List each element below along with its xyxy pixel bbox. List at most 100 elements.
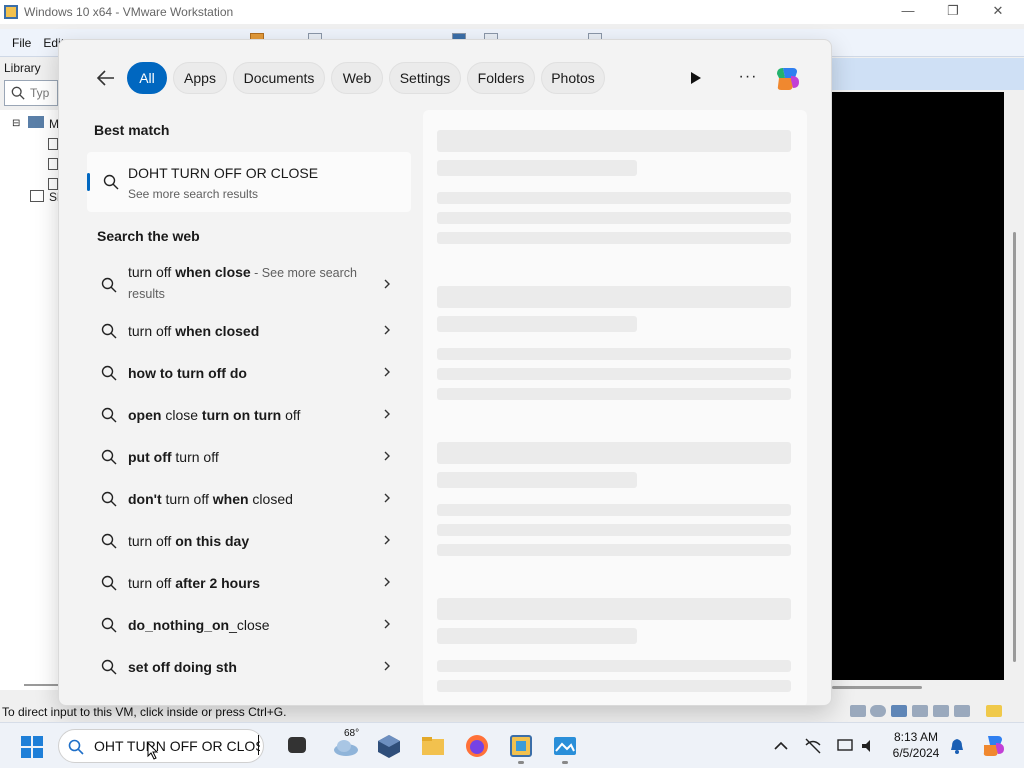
web-suggestion-text: open close turn on turn off — [128, 405, 378, 425]
chevron-right-icon[interactable] — [382, 661, 392, 671]
close-button[interactable]: ✕ — [988, 3, 1008, 21]
search-icon — [68, 739, 84, 755]
skeleton-placeholder — [437, 316, 637, 332]
web-suggestion-row[interactable]: set off doing sth — [87, 646, 411, 688]
menu-file[interactable]: File — [12, 36, 31, 50]
search-icon — [101, 491, 117, 507]
file-explorer-icon[interactable] — [420, 733, 446, 759]
chevron-right-icon[interactable] — [382, 577, 392, 587]
web-suggestion-row[interactable]: turn off when close - See more search re… — [87, 256, 411, 310]
filter-photos[interactable]: Photos — [541, 62, 605, 94]
copilot-icon[interactable] — [773, 64, 803, 94]
chevron-up-icon[interactable] — [772, 737, 790, 755]
chevron-right-icon[interactable] — [382, 279, 392, 289]
web-suggestion-text: how to turn off do — [128, 363, 378, 383]
suggestion-text-part: turn on turn — [201, 407, 282, 423]
chevron-right-icon[interactable] — [382, 493, 392, 503]
tray-clock[interactable]: 8:13 AM 6/5/2024 — [888, 729, 944, 761]
filter-apps[interactable]: Apps — [173, 62, 227, 94]
library-scrollbar[interactable] — [24, 684, 58, 686]
search-icon — [101, 323, 117, 339]
filter-all[interactable]: All — [127, 62, 167, 94]
web-suggestion-text: do_nothing_on_close — [128, 615, 378, 635]
taskbar-search-text: OHT TURN OFF OR CLOSE — [94, 738, 260, 754]
suggestion-text-part: turn off — [171, 449, 219, 465]
copilot-preview-icon[interactable] — [980, 733, 1006, 759]
vm-icon — [48, 138, 58, 150]
chevron-right-icon[interactable] — [382, 619, 392, 629]
chevron-right-icon[interactable] — [382, 535, 392, 545]
web-suggestion-row[interactable]: turn off when closed — [87, 310, 411, 352]
search-icon — [101, 659, 117, 675]
skeleton-placeholder — [437, 544, 791, 556]
restore-button[interactable]: ❐ — [943, 3, 963, 21]
skeleton-placeholder — [437, 130, 791, 152]
firefox-icon[interactable] — [464, 733, 490, 759]
hard-disk-icon[interactable] — [850, 705, 866, 717]
skeleton-placeholder — [437, 442, 791, 464]
vm-console-screen[interactable] — [832, 92, 1004, 680]
display-icon[interactable] — [836, 737, 854, 755]
filter-documents[interactable]: Documents — [233, 62, 325, 94]
more-options-button[interactable]: ··· — [738, 68, 758, 88]
network-adapter-icon[interactable] — [891, 705, 907, 717]
web-suggestion-text: don't turn off when closed — [128, 489, 378, 509]
web-suggestion-row[interactable]: turn off on this day — [87, 520, 411, 562]
notification-bell-icon[interactable] — [948, 737, 966, 755]
taskbar-search-box[interactable]: OHT TURN OFF OR CLOSE — [58, 729, 264, 763]
scrollbar-thumb[interactable] — [1013, 232, 1016, 662]
chevron-right-icon[interactable] — [382, 451, 392, 461]
skeleton-placeholder — [437, 660, 791, 672]
back-arrow-icon[interactable] — [95, 67, 117, 89]
web-suggestion-row[interactable]: turn off after 2 hours — [87, 562, 411, 604]
windows-start-icon[interactable] — [20, 735, 44, 759]
task-view-icon[interactable] — [288, 737, 306, 753]
filter-settings[interactable]: Settings — [389, 62, 461, 94]
web-suggestion-row[interactable]: don't turn off when closed — [87, 478, 411, 520]
printer-icon[interactable] — [954, 705, 970, 717]
horizontal-scrollbar[interactable] — [832, 686, 922, 689]
web-suggestion-row[interactable]: open close turn on turn off — [87, 394, 411, 436]
chevron-right-icon[interactable] — [382, 325, 392, 335]
vmware-3d-box-icon[interactable] — [376, 733, 402, 759]
vm-tab-strip — [832, 58, 1024, 90]
network-offline-icon[interactable] — [804, 737, 822, 755]
library-search-input[interactable]: Typ — [4, 80, 58, 106]
speaker-muted-icon[interactable] — [860, 737, 878, 755]
chevron-right-icon[interactable] — [382, 409, 392, 419]
best-match-item[interactable]: DOHT TURN OFF OR CLOSE See more search r… — [87, 152, 411, 212]
search-icon — [101, 407, 117, 423]
usb-icon[interactable] — [912, 705, 928, 717]
minimize-button[interactable]: — — [898, 3, 918, 21]
search-icon — [101, 365, 117, 381]
web-suggestion-row[interactable]: how to turn off do — [87, 352, 411, 394]
text-caret — [258, 735, 259, 755]
running-indicator — [562, 761, 568, 764]
search-icon — [103, 174, 119, 190]
suggestion-text-part: do_nothing_on — [128, 617, 230, 633]
chevron-right-icon[interactable] — [382, 367, 392, 377]
cd-drive-icon[interactable] — [870, 705, 886, 717]
message-log-icon[interactable] — [986, 705, 1002, 717]
mouse-cursor-icon — [147, 742, 159, 760]
tree-expander[interactable]: ⊟ — [12, 118, 20, 129]
vmware-workstation-icon[interactable] — [508, 733, 534, 759]
skeleton-placeholder — [437, 212, 791, 224]
skeleton-placeholder — [437, 598, 791, 620]
weather-cloud-icon[interactable] — [332, 737, 360, 757]
filter-web[interactable]: Web — [331, 62, 383, 94]
web-suggestion-row[interactable]: do_nothing_on_close — [87, 604, 411, 646]
web-suggestion-row[interactable]: put off turn off — [87, 436, 411, 478]
suggestion-text-part: after 2 hours — [175, 575, 261, 591]
search-icon — [11, 86, 25, 100]
web-suggestion-text: set off doing sth — [128, 657, 378, 677]
skeleton-placeholder — [437, 232, 791, 244]
search-filter-bar: All Apps Documents Web Settings Folders … — [59, 40, 831, 110]
play-icon[interactable] — [686, 69, 704, 87]
sound-card-icon[interactable] — [933, 705, 949, 717]
vertical-scrollbar[interactable] — [1006, 92, 1024, 692]
suggestion-text-part: put off — [128, 449, 172, 465]
title-bar: Windows 10 x64 - VMware Workstation — ❐ … — [0, 0, 1024, 24]
photos-icon[interactable] — [552, 733, 578, 759]
filter-folders[interactable]: Folders — [467, 62, 535, 94]
